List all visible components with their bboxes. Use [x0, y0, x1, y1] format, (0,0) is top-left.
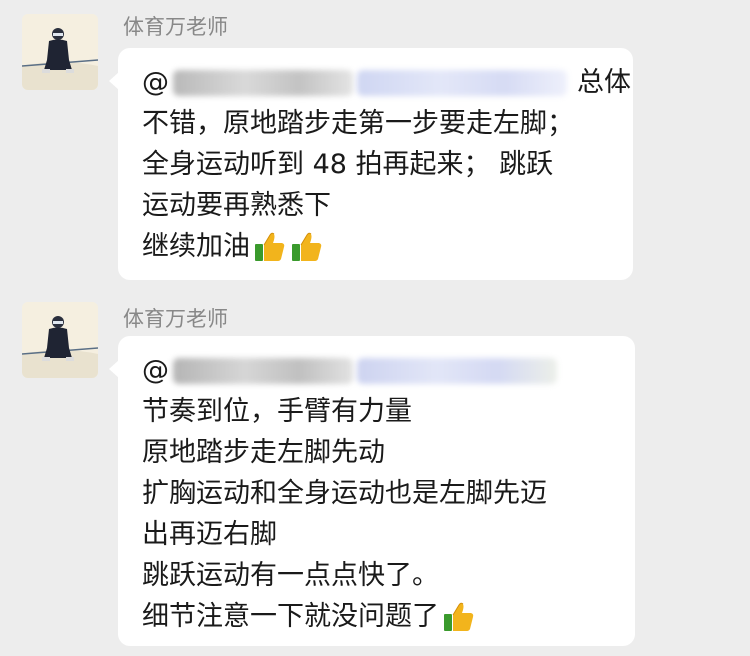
redacted-number [357, 69, 567, 96]
message-line: 继续加油 [142, 226, 609, 267]
avatar[interactable] [22, 302, 98, 378]
message-line: @ 总体 [142, 62, 631, 103]
avatar[interactable] [22, 14, 98, 90]
thumbs-up-icon [444, 602, 474, 631]
message-line: @ [142, 350, 611, 391]
message-bubble[interactable]: @ 节奏到位，手臂有力量 原地踏步走左脚先动 扩胸运动和全身运动也是左脚先迈 出… [109, 336, 635, 646]
avatar-photo [22, 302, 98, 378]
message-line: 出再迈右脚 [142, 519, 277, 550]
redacted-number [357, 357, 557, 384]
avatar-photo [22, 14, 98, 90]
message-bubble[interactable]: @ 总体 不错，原地踏步走第一步要走左脚； 全身运动听到 48 拍再起来； 跳跃… [109, 48, 633, 280]
message-line: 细节注意一下就没问题了 [142, 596, 611, 637]
thumbs-up-icon [292, 232, 322, 261]
sender-name: 体育万老师 [123, 307, 228, 331]
message-line: 原地踏步走左脚先动 [142, 437, 385, 468]
message-line: 不错，原地踏步走第一步要走左脚； [142, 108, 574, 139]
mention-at-sign: @ [142, 67, 169, 98]
message-line: 扩胸运动和全身运动也是左脚先迈 [142, 478, 547, 509]
message-line: 节奏到位，手臂有力量 [142, 396, 412, 427]
message-line: 跳跃运动有一点点快了。 [142, 560, 439, 591]
thumbs-up-icon [255, 232, 285, 261]
message-text: 细节注意一下就没问题了 [142, 601, 439, 632]
mention-at-sign: @ [142, 355, 169, 386]
message-text: 总体 [577, 67, 631, 98]
mention[interactable]: @ [142, 62, 567, 103]
message-text: 继续加油 [142, 231, 250, 262]
redacted-name [173, 69, 353, 96]
mention[interactable]: @ [142, 350, 557, 391]
message-line: 全身运动听到 48 拍再起来； 跳跃 [142, 149, 554, 180]
sender-name: 体育万老师 [123, 15, 228, 39]
message-line: 运动要再熟悉下 [142, 190, 331, 221]
redacted-name [173, 357, 353, 384]
